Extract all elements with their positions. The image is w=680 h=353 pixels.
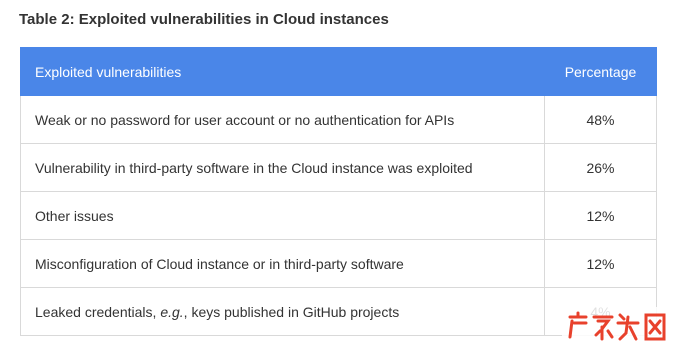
row-label: Weak or no password for user account or …: [20, 95, 545, 144]
row-label: Leaked credentials, e.g., keys published…: [20, 287, 545, 336]
watermark-logo: [562, 307, 670, 345]
row-label-part-1: Leaked credentials,: [35, 303, 161, 320]
table-row: Vulnerability in third-party software in…: [20, 143, 657, 192]
table-row: Misconfiguration of Cloud instance or in…: [20, 239, 657, 288]
row-label: Other issues: [20, 191, 545, 240]
row-percentage: 26%: [544, 143, 657, 192]
header-percentage: Percentage: [544, 47, 657, 96]
table-caption: Table 2: Exploited vulnerabilities in Cl…: [19, 11, 389, 28]
row-label: Misconfiguration of Cloud instance or in…: [20, 239, 545, 288]
table-header-row: Exploited vulnerabilities Percentage: [20, 47, 657, 96]
row-percentage: 12%: [544, 239, 657, 288]
row-percentage: 48%: [544, 95, 657, 144]
row-label-part-3: , keys published in GitHub projects: [183, 303, 400, 320]
header-exploited-vulnerabilities: Exploited vulnerabilities: [20, 47, 545, 96]
row-label-part-2: e.g.: [160, 303, 184, 320]
table-row: Other issues 12%: [20, 191, 657, 240]
page: Table 2: Exploited vulnerabilities in Cl…: [0, 0, 680, 353]
row-label: Vulnerability in third-party software in…: [20, 143, 545, 192]
watermark-logo-graphic: [568, 311, 666, 341]
vulnerabilities-table: Exploited vulnerabilities Percentage Wea…: [20, 47, 657, 336]
table-row: Weak or no password for user account or …: [20, 95, 657, 144]
row-percentage: 12%: [544, 191, 657, 240]
